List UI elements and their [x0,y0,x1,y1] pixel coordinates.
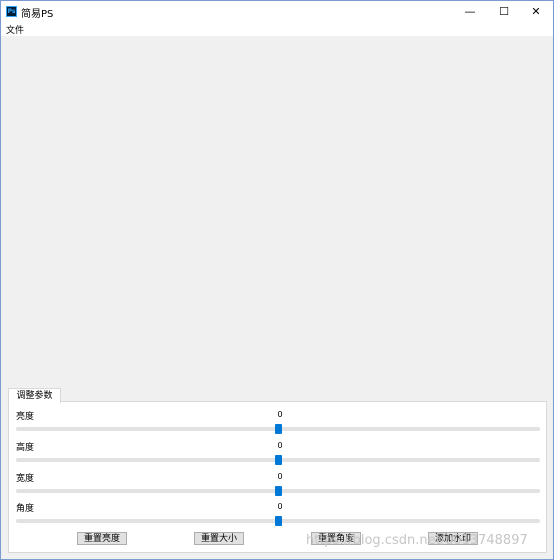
angle-label: 角度 [16,504,35,514]
minimize-icon: — [464,5,476,18]
angle-value: 0 [277,502,283,511]
brightness-label: 亮度 [16,412,35,422]
width-slider-handle[interactable] [274,486,282,496]
minimize-button[interactable]: — [453,1,487,22]
watermark-text: https://blog.csdn.net/u013748897 [306,533,528,548]
tab-adjust-params[interactable]: 调整参数 [8,388,61,403]
reset-size-button[interactable]: 重置大小 [194,532,244,545]
angle-slider-handle[interactable] [274,516,282,526]
window-title: 简易PS [21,9,54,20]
maximize-icon: ☐ [499,5,509,18]
adjust-panel: 亮度 0 高度 0 宽度 0 角度 0 重置亮度 重置大小 重置角度 添加水印 [8,401,547,553]
close-icon: ✕ [531,5,541,18]
brightness-slider-handle[interactable] [274,424,282,434]
reset-brightness-button[interactable]: 重置亮度 [77,532,127,545]
height-value: 0 [277,441,283,450]
image-canvas[interactable] [1,36,553,386]
menu-file[interactable]: 文件 [6,23,24,36]
menu-bar: 文件 [1,22,553,36]
maximize-button[interactable]: ☐ [487,1,521,22]
height-slider-handle[interactable] [274,455,282,465]
app-window: Ps 简易PS — ☐ ✕ 文件 调整参数 亮度 0 高度 0 宽度 0 角度 [0,0,554,560]
close-button[interactable]: ✕ [519,1,553,22]
width-value: 0 [277,472,283,481]
width-label: 宽度 [16,474,35,484]
brightness-value: 0 [277,410,283,419]
title-bar[interactable]: Ps 简易PS — ☐ ✕ [1,1,553,22]
height-label: 高度 [16,443,35,453]
photoshop-app-icon: Ps [6,6,17,17]
